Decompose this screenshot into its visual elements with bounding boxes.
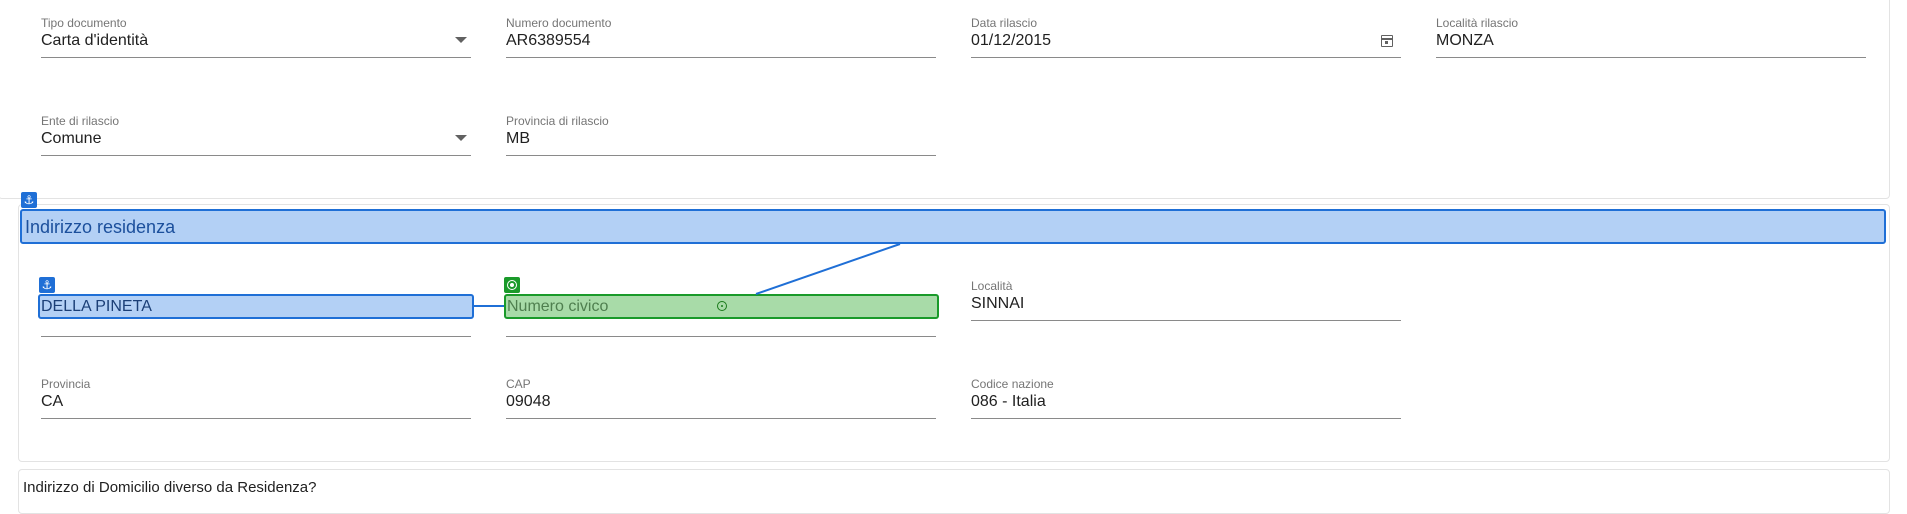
- calendar-icon[interactable]: [1381, 35, 1393, 47]
- localita-field[interactable]: Località SINNAI: [971, 279, 1401, 327]
- domicilio-question: Indirizzo di Domicilio diverso da Reside…: [23, 479, 317, 496]
- underline: [41, 336, 471, 337]
- underline: [1436, 57, 1866, 58]
- tipo-documento-value: Carta d'identità: [41, 32, 149, 49]
- anchor-icon: ⚓: [39, 277, 55, 293]
- underline: [41, 57, 471, 58]
- chevron-down-icon[interactable]: [455, 135, 467, 141]
- chevron-down-icon[interactable]: [455, 37, 467, 43]
- underline: [506, 57, 936, 58]
- section-title-residenza: Indirizzo residenza: [20, 209, 1886, 244]
- underline: [506, 336, 936, 337]
- cap-field[interactable]: CAP 09048: [506, 377, 936, 425]
- underline: [506, 418, 936, 419]
- localita-rilascio-value: MONZA: [1436, 32, 1494, 49]
- underline: [971, 320, 1401, 321]
- provincia-rilascio-value: MB: [506, 130, 530, 147]
- tipo-documento-select[interactable]: Tipo documento Carta d'identità: [41, 16, 471, 64]
- provincia-rilascio-field[interactable]: Provincia di rilascio MB: [506, 114, 936, 162]
- underline: [971, 418, 1401, 419]
- localita-label: Località: [971, 279, 1013, 293]
- ente-rilascio-label: Ente di rilascio: [41, 114, 120, 128]
- codice-nazione-value: 086 - Italia: [971, 393, 1046, 410]
- numero-civico-placeholder: Numero civico: [507, 298, 609, 315]
- localita-rilascio-label: Località rilascio: [1436, 16, 1519, 30]
- codice-nazione-field[interactable]: Codice nazione 086 - Italia: [971, 377, 1401, 425]
- section-title-text: Indirizzo residenza: [25, 217, 176, 237]
- tipo-documento-label: Tipo documento: [41, 16, 127, 30]
- codice-nazione-label: Codice nazione: [971, 377, 1054, 391]
- localita-rilascio-field[interactable]: Località rilascio MONZA: [1436, 16, 1866, 64]
- localita-value: SINNAI: [971, 295, 1025, 312]
- crosshair-icon: [717, 301, 727, 311]
- numero-documento-value: AR6389554: [506, 32, 591, 49]
- numero-civico-highlight[interactable]: Numero civico: [504, 294, 939, 319]
- ente-rilascio-select[interactable]: Ente di rilascio Comune: [41, 114, 471, 162]
- underline: [971, 57, 1401, 58]
- via-value: DELLA PINETA: [41, 298, 152, 315]
- via-highlight[interactable]: DELLA PINETA: [38, 294, 474, 319]
- anchor-icon: ⚓: [21, 192, 37, 208]
- provincia-label: Provincia: [41, 377, 91, 391]
- underline: [41, 418, 471, 419]
- numero-documento-field[interactable]: Numero documento AR6389554: [506, 16, 936, 64]
- cap-label: CAP: [506, 377, 531, 391]
- data-rilascio-label: Data rilascio: [971, 16, 1038, 30]
- data-rilascio-value: 01/12/2015: [971, 32, 1052, 49]
- provincia-value: CA: [41, 393, 64, 410]
- target-icon: [504, 277, 520, 293]
- ente-rilascio-value: Comune: [41, 130, 102, 147]
- cap-value: 09048: [506, 393, 551, 410]
- numero-documento-label: Numero documento: [506, 16, 612, 30]
- provincia-field[interactable]: Provincia CA: [41, 377, 471, 425]
- provincia-rilascio-label: Provincia di rilascio: [506, 114, 609, 128]
- data-rilascio-field[interactable]: Data rilascio 01/12/2015: [971, 16, 1401, 64]
- underline: [506, 155, 936, 156]
- underline: [41, 155, 471, 156]
